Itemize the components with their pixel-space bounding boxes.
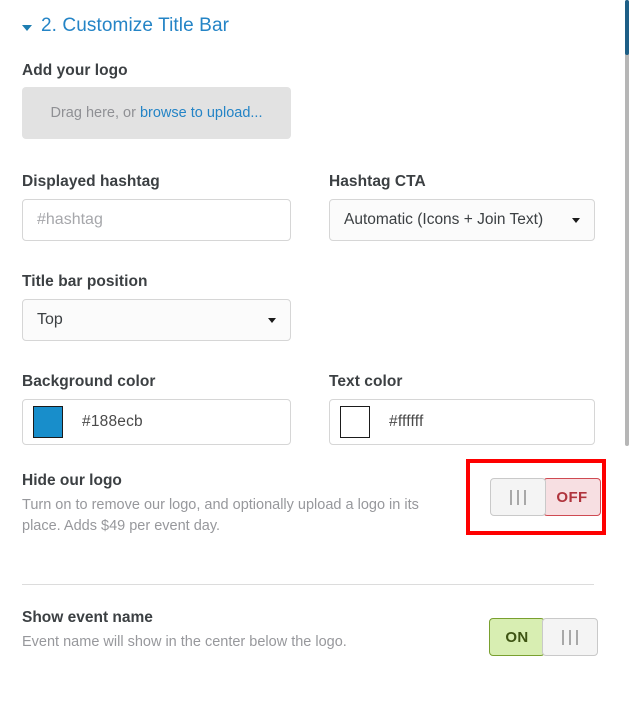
title-bar-position-label: Title bar position [22,273,148,290]
chevron-down-icon[interactable] [572,217,580,223]
grip-handle-icon[interactable] [542,618,598,656]
vertical-scrollbar-track[interactable] [625,0,629,446]
displayed-hashtag-label: Displayed hashtag [22,173,160,190]
text-color-value: #ffffff [389,413,424,430]
add-logo-label: Add your logo [22,62,128,79]
hide-logo-row: Hide our logo Turn on to remove our logo… [22,472,452,537]
chevron-down-icon[interactable] [268,317,276,323]
hashtag-cta-value: Automatic (Icons + Join Text) [344,211,544,228]
section-header-customize-title-bar[interactable]: 2. Customize Title Bar [22,15,229,37]
section-divider [22,584,594,585]
background-color-value: #188ecb [82,413,143,430]
grip-handle-icon[interactable] [490,478,546,516]
show-event-name-toggle[interactable]: ON [489,618,598,656]
displayed-hashtag-input[interactable]: #hashtag [22,199,291,241]
browse-upload-link[interactable]: browse to upload... [140,105,263,121]
vertical-scrollbar-thumb[interactable] [625,0,629,55]
dropzone-prompt: Drag here, or browse to upload... [51,105,263,121]
hide-logo-toggle[interactable]: OFF [490,478,601,516]
text-color-label: Text color [329,373,403,390]
background-color-swatch[interactable] [33,406,63,438]
displayed-hashtag-placeholder: #hashtag [37,211,103,228]
panel-content: 2. Customize Title Bar Add your logo Dra… [0,0,618,717]
hide-logo-title: Hide our logo [22,472,122,489]
logo-dropzone[interactable]: Drag here, or browse to upload... [22,87,291,139]
hide-logo-state-label[interactable]: OFF [543,478,601,516]
dropzone-prompt-text: Drag here, or [50,105,140,121]
background-color-field[interactable]: #188ecb [22,399,291,445]
text-color-field[interactable]: #ffffff [329,399,595,445]
title-bar-position-select[interactable]: Top [22,299,291,341]
show-event-name-description: Event name will show in the center below… [22,634,347,650]
customize-title-bar-panel: 2. Customize Title Bar Add your logo Dra… [0,0,635,717]
section-title: 2. Customize Title Bar [41,15,230,36]
show-event-name-title: Show event name [22,609,153,626]
caret-down-icon[interactable] [22,24,32,31]
hashtag-cta-select[interactable]: Automatic (Icons + Join Text) [329,199,595,241]
text-color-swatch[interactable] [340,406,370,438]
show-event-name-row: Show event name Event name will show in … [22,609,452,653]
hashtag-cta-label: Hashtag CTA [329,173,426,190]
title-bar-position-value: Top [37,311,63,328]
show-event-name-state-label[interactable]: ON [489,618,545,656]
background-color-label: Background color [22,373,156,390]
hide-logo-description: Turn on to remove our logo, and optional… [22,497,419,535]
